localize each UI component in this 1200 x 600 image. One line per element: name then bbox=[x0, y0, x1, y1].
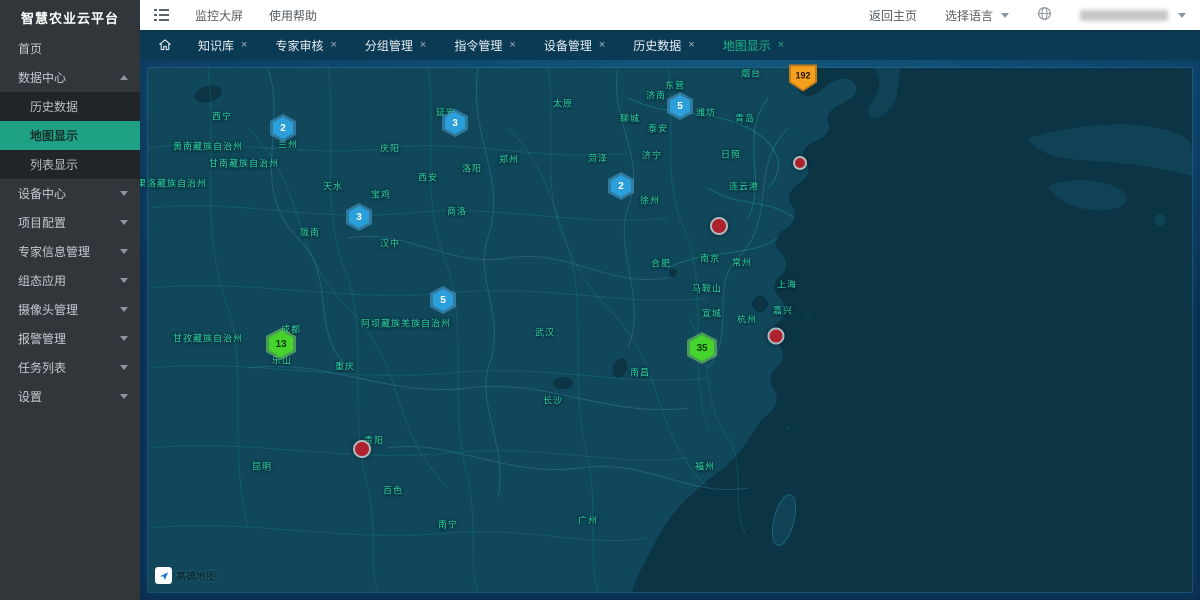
marker-device-offline[interactable] bbox=[353, 440, 371, 458]
marker-cluster-3[interactable]: 3 bbox=[442, 109, 468, 137]
chevron-up-icon bbox=[120, 75, 128, 80]
app-title: 智慧农业云平台 bbox=[0, 0, 140, 34]
main-area: 监控大屏 使用帮助 返回主页 选择语言 bbox=[140, 0, 1200, 600]
map-markers: 2353251335192 bbox=[148, 68, 1192, 592]
tab-close-icon[interactable]: × bbox=[420, 39, 426, 51]
marker-device-offline[interactable] bbox=[793, 156, 807, 170]
sidebar-item-label: 设置 bbox=[18, 388, 116, 405]
marker-cluster-5[interactable]: 5 bbox=[667, 92, 693, 120]
sidebar-item-label: 报警管理 bbox=[18, 330, 116, 347]
topbar-left: 监控大屏 使用帮助 bbox=[154, 7, 317, 24]
chevron-down-icon bbox=[1178, 13, 1186, 18]
page: 智慧农业云平台 首页数据中心历史数据地图显示列表显示设备中心项目配置专家信息管理… bbox=[0, 0, 1200, 600]
map-panel: 西宁兰州黄南藏族自治州甘南藏族自治州果洛藏族自治州延安庆阳天水宝鸡西安商洛陇南汉… bbox=[140, 60, 1200, 600]
topbar-item-help[interactable]: 使用帮助 bbox=[269, 7, 317, 24]
sidebar-item-scada-app[interactable]: 组态应用 bbox=[0, 266, 140, 295]
sidebar-item-device-center[interactable]: 设备中心 bbox=[0, 179, 140, 208]
sidebar: 智慧农业云平台 首页数据中心历史数据地图显示列表显示设备中心项目配置专家信息管理… bbox=[0, 0, 140, 600]
tab-history-data[interactable]: 历史数据 × bbox=[619, 30, 708, 60]
sidebar-item-settings[interactable]: 设置 bbox=[0, 382, 140, 411]
sidebar-item-label: 组态应用 bbox=[18, 272, 116, 289]
collapse-menu-icon[interactable] bbox=[154, 9, 169, 21]
tab-command-mgmt[interactable]: 指令管理 × bbox=[440, 30, 529, 60]
sidebar-item-task-list[interactable]: 任务列表 bbox=[0, 353, 140, 382]
marker-cluster-5[interactable]: 5 bbox=[430, 286, 456, 314]
sidebar-item-data-center[interactable]: 数据中心 bbox=[0, 63, 140, 92]
tab-close-icon[interactable]: × bbox=[688, 39, 694, 51]
tab-close-icon[interactable]: × bbox=[599, 39, 605, 51]
topbar: 监控大屏 使用帮助 返回主页 选择语言 bbox=[140, 0, 1200, 30]
marker-device-offline[interactable] bbox=[768, 328, 785, 345]
language-label: 选择语言 bbox=[945, 7, 993, 24]
tab-label: 地图显示 bbox=[723, 37, 771, 54]
chevron-down-icon bbox=[120, 191, 128, 196]
sidebar-item-label: 列表显示 bbox=[30, 156, 128, 173]
tab-close-icon[interactable]: × bbox=[509, 39, 515, 51]
tab-group-mgmt[interactable]: 分组管理 × bbox=[351, 30, 440, 60]
sidebar-item-camera-mgmt[interactable]: 摄像头管理 bbox=[0, 295, 140, 324]
sidebar-item-home[interactable]: 首页 bbox=[0, 34, 140, 63]
back-home-link[interactable]: 返回主页 bbox=[869, 7, 917, 24]
tab-label: 知识库 bbox=[198, 37, 234, 54]
tab-close-icon[interactable]: × bbox=[330, 39, 336, 51]
sidebar-item-label: 项目配置 bbox=[18, 214, 116, 231]
amap-logo-icon bbox=[155, 567, 172, 584]
map-canvas[interactable]: 西宁兰州黄南藏族自治州甘南藏族自治州果洛藏族自治州延安庆阳天水宝鸡西安商洛陇南汉… bbox=[148, 68, 1192, 592]
tab-map-display[interactable]: 地图显示 × bbox=[709, 30, 798, 60]
sidebar-item-label: 地图显示 bbox=[30, 127, 128, 144]
user-menu[interactable] bbox=[1080, 10, 1186, 21]
sidebar-item-expert-info-mgmt[interactable]: 专家信息管理 bbox=[0, 237, 140, 266]
sidebar-item-label: 数据中心 bbox=[18, 69, 116, 86]
tab-device-mgmt[interactable]: 设备管理 × bbox=[530, 30, 619, 60]
tab-close-icon[interactable]: × bbox=[778, 39, 784, 51]
tab-label: 指令管理 bbox=[454, 37, 502, 54]
sidebar-item-map-display[interactable]: 地图显示 bbox=[0, 121, 140, 150]
sidebar-item-label: 设备中心 bbox=[18, 185, 116, 202]
sidebar-item-history-data[interactable]: 历史数据 bbox=[0, 92, 140, 121]
map-attribution-text: 高德地图 bbox=[176, 568, 216, 583]
topbar-item-monitor-screen[interactable]: 监控大屏 bbox=[195, 7, 243, 24]
sidebar-item-label: 历史数据 bbox=[30, 98, 128, 115]
tab-expert-review[interactable]: 专家审核 × bbox=[261, 30, 350, 60]
chevron-down-icon bbox=[120, 307, 128, 312]
home-tab-icon[interactable] bbox=[150, 30, 180, 60]
sidebar-item-label: 摄像头管理 bbox=[18, 301, 116, 318]
chevron-down-icon bbox=[120, 394, 128, 399]
tab-knowledge-base[interactable]: 知识库 × bbox=[184, 30, 261, 60]
chevron-down-icon bbox=[120, 220, 128, 225]
tab-label: 专家审核 bbox=[275, 37, 323, 54]
sidebar-item-label: 首页 bbox=[18, 40, 128, 57]
tabbar: 知识库 × 专家审核 × 分组管理 × 指令管理 × 设备管理 × 历史数据 × 地图显示 × bbox=[140, 30, 1200, 60]
chevron-down-icon bbox=[120, 278, 128, 283]
tab-label: 历史数据 bbox=[633, 37, 681, 54]
globe-icon[interactable] bbox=[1037, 6, 1052, 24]
marker-badge-192[interactable]: 192 bbox=[789, 65, 817, 92]
tab-label: 分组管理 bbox=[365, 37, 413, 54]
chevron-down-icon bbox=[120, 249, 128, 254]
marker-device-offline[interactable] bbox=[710, 217, 728, 235]
topbar-right: 返回主页 选择语言 bbox=[869, 6, 1186, 24]
sidebar-item-alarm-mgmt[interactable]: 报警管理 bbox=[0, 324, 140, 353]
tab-label: 设备管理 bbox=[544, 37, 592, 54]
tab-list: 知识库 × 专家审核 × 分组管理 × 指令管理 × 设备管理 × 历史数据 × 地图显示 × bbox=[184, 30, 798, 60]
chevron-down-icon bbox=[120, 365, 128, 370]
marker-cluster-3[interactable]: 3 bbox=[346, 203, 372, 231]
tab-close-icon[interactable]: × bbox=[241, 39, 247, 51]
language-select[interactable]: 选择语言 bbox=[945, 7, 1009, 24]
marker-cluster-2[interactable]: 2 bbox=[608, 172, 634, 200]
sidebar-item-label: 专家信息管理 bbox=[18, 243, 116, 260]
marker-cluster-2[interactable]: 2 bbox=[270, 114, 296, 142]
sidebar-item-label: 任务列表 bbox=[18, 359, 116, 376]
marker-cluster-13[interactable]: 13 bbox=[266, 328, 296, 360]
marker-count: 192 bbox=[791, 67, 815, 90]
chevron-down-icon bbox=[120, 336, 128, 341]
map-attribution: 高德地图 bbox=[155, 567, 216, 584]
sidebar-submenu-data-center: 历史数据地图显示列表显示 bbox=[0, 92, 140, 179]
sidebar-item-project-config[interactable]: 项目配置 bbox=[0, 208, 140, 237]
chevron-down-icon bbox=[1001, 13, 1009, 18]
username-masked bbox=[1080, 10, 1168, 21]
sidebar-item-list-display[interactable]: 列表显示 bbox=[0, 150, 140, 179]
marker-cluster-35[interactable]: 35 bbox=[687, 332, 717, 364]
sidebar-menu: 首页数据中心历史数据地图显示列表显示设备中心项目配置专家信息管理组态应用摄像头管… bbox=[0, 34, 140, 411]
